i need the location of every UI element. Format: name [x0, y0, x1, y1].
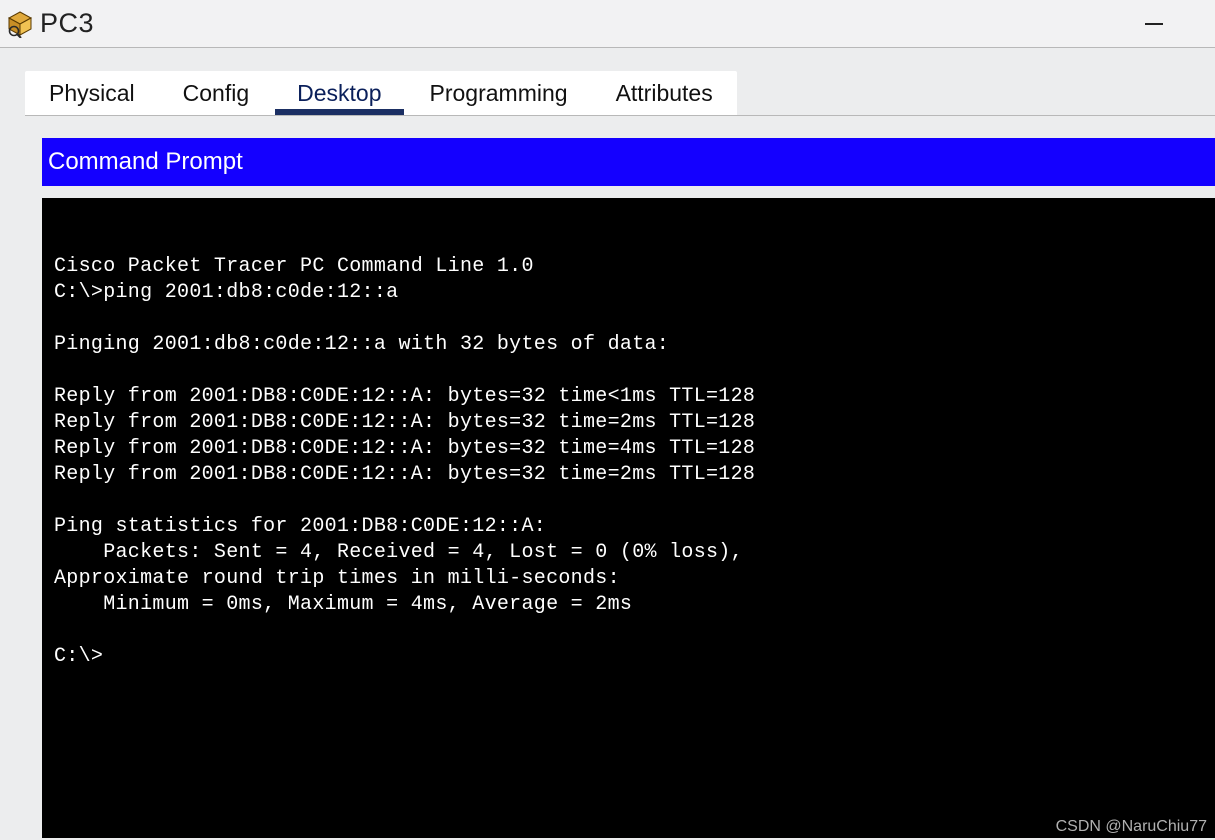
panel-title: Command Prompt — [42, 138, 1215, 186]
tab-config[interactable]: Config — [159, 71, 273, 115]
tab-bar: Physical Config Desktop Programming Attr… — [25, 71, 737, 115]
desktop-panel: Command Prompt Cisco Packet Tracer PC Co… — [42, 138, 1215, 838]
tab-separator — [25, 115, 1215, 116]
titlebar: PC3 — [0, 0, 1215, 48]
tab-attributes[interactable]: Attributes — [592, 71, 737, 115]
window-title: PC3 — [40, 8, 94, 39]
minimize-button[interactable] — [1131, 0, 1177, 48]
tab-desktop[interactable]: Desktop — [273, 71, 405, 115]
tab-physical[interactable]: Physical — [25, 71, 159, 115]
minimize-icon — [1145, 23, 1163, 25]
client-area: Physical Config Desktop Programming Attr… — [0, 48, 1215, 840]
app-icon — [6, 10, 34, 38]
tab-programming[interactable]: Programming — [406, 71, 592, 115]
command-prompt-terminal[interactable]: Cisco Packet Tracer PC Command Line 1.0 … — [42, 198, 1215, 838]
